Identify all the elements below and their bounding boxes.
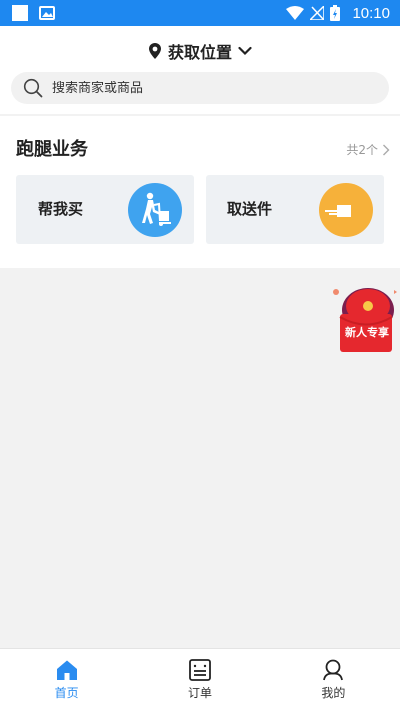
location-selector[interactable]: 获取位置 (0, 38, 400, 64)
errand-section: 跑腿业务 共2个 帮我买 取送件 新人专享 (0, 116, 400, 352)
image-icon (39, 6, 55, 20)
top-panel: 获取位置 (0, 26, 400, 114)
section-title: 跑腿业务 (16, 139, 88, 160)
section-count-link[interactable]: 共2个 (346, 141, 390, 158)
bottom-tab-bar: 首页 订单 我的 (0, 648, 400, 711)
tab-label: 首页 (54, 686, 79, 700)
status-time: 10:10 (352, 4, 390, 22)
section-count-label: 共2个 (346, 143, 378, 157)
status-bar: 10:10 (0, 0, 400, 26)
search-icon (23, 78, 43, 98)
new-user-promo[interactable]: 新人专享 (330, 284, 398, 356)
red-envelope-icon (333, 288, 397, 352)
wifi-icon (286, 6, 305, 20)
card-label: 取送件 (227, 200, 273, 218)
tab-home[interactable]: 首页 (0, 649, 133, 711)
card-label: 帮我买 (38, 200, 84, 218)
hand-truck-delivery-icon (128, 183, 182, 237)
signal-off-icon (310, 6, 325, 20)
order-list-icon (189, 659, 211, 681)
profile-icon (323, 659, 344, 681)
battery-charging-icon (330, 5, 341, 21)
location-label: 获取位置 (167, 43, 232, 62)
home-icon (56, 660, 77, 680)
promo-label: 新人专享 (345, 326, 389, 339)
location-pin-icon (148, 43, 161, 59)
card-buy-for-me[interactable]: 帮我买 (16, 175, 194, 244)
tab-profile[interactable]: 我的 (267, 649, 400, 711)
search-input[interactable] (52, 80, 352, 96)
notification-square-icon (12, 5, 28, 21)
tab-label: 订单 (187, 686, 212, 700)
chevron-down-icon (238, 46, 252, 56)
package-delivery-icon (319, 183, 373, 237)
tab-label: 我的 (321, 686, 346, 700)
search-bar[interactable] (11, 72, 389, 104)
tab-orders[interactable]: 订单 (133, 649, 266, 711)
chevron-right-icon (383, 144, 390, 155)
card-pickup-delivery[interactable]: 取送件 (206, 175, 384, 244)
